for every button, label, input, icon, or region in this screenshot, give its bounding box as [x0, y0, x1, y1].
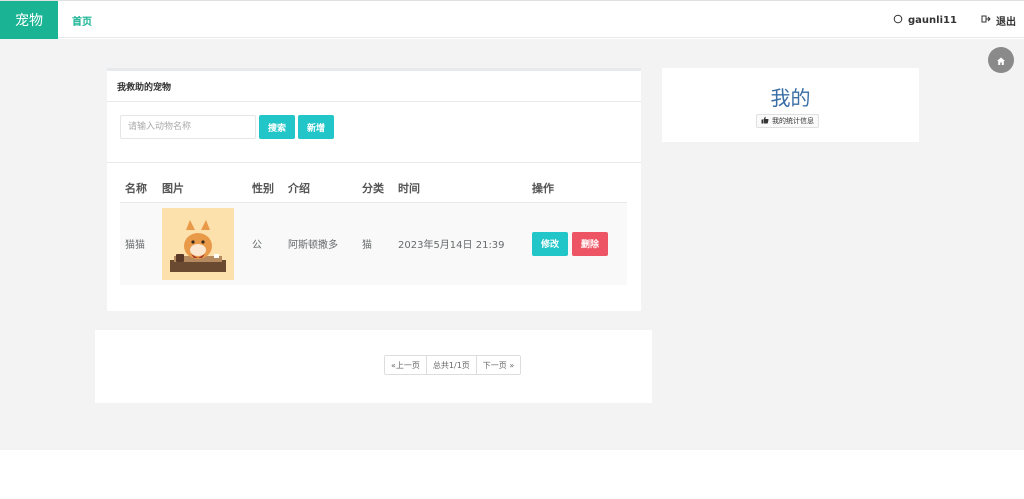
user-menu[interactable]: gaunli11 [893, 1, 957, 39]
row-actions: 修改 删除 [532, 231, 627, 256]
col-gender: 性别 [247, 174, 283, 203]
table-row: 猫猫 公 阿斯顿撒多 猫 2023年5月14日 21:39 修改 删除 [120, 202, 627, 285]
search-button[interactable]: 搜索 [259, 115, 296, 139]
col-category: 分类 [357, 174, 393, 203]
col-time: 时间 [393, 174, 527, 203]
pagination-panel: «上一页 总共1/1页 下一页 » [95, 330, 652, 403]
cell-time: 2023年5月14日 21:39 [393, 202, 527, 285]
cell-name: 猫猫 [120, 202, 157, 285]
brand-logo[interactable]: 宠物 [0, 1, 58, 39]
prev-page-button[interactable]: «上一页 [385, 356, 426, 374]
delete-button[interactable]: 删除 [572, 231, 609, 256]
page-total: 总共1/1页 [425, 356, 476, 374]
logout-icon [981, 14, 991, 27]
pet-image[interactable] [162, 207, 234, 280]
thumbs-up-icon [761, 116, 769, 126]
pagination: «上一页 总共1/1页 下一页 » [384, 355, 522, 375]
cell-gender: 公 [247, 202, 283, 285]
search-bar: 搜索 新增 [120, 115, 335, 139]
user-name: gaunli11 [908, 14, 957, 26]
col-ops: 操作 [527, 174, 627, 203]
edit-button[interactable]: 修改 [532, 231, 569, 256]
logout-label: 退出 [996, 16, 1016, 28]
my-panel: 我的 我的统计信息 [662, 68, 919, 142]
my-stats-button[interactable]: 我的统计信息 [756, 114, 819, 128]
add-pet-button[interactable]: 新增 [298, 115, 335, 139]
col-image: 图片 [157, 174, 247, 203]
table-header-row: 名称 图片 性别 介绍 分类 时间 操作 [120, 174, 627, 203]
home-icon [996, 51, 1006, 70]
nav-home-link[interactable]: 首页 [72, 1, 92, 39]
col-intro: 介绍 [283, 174, 357, 203]
rescued-pets-panel: 我救助的宠物 搜索 新增 名称 图片 性别 介绍 分类 时间 操作 猫猫 [107, 68, 641, 311]
col-name: 名称 [120, 174, 157, 203]
cell-intro: 阿斯顿撒多 [283, 202, 357, 285]
cell-image [157, 202, 247, 285]
logout-link[interactable]: 退出 [981, 1, 1016, 39]
top-navbar: 宠物 首页 gaunli11 退出 [0, 0, 1024, 39]
next-page-button[interactable]: 下一页 » [475, 356, 521, 374]
my-title: 我的 [770, 86, 811, 110]
user-icon [893, 14, 903, 27]
cell-category: 猫 [357, 202, 393, 285]
pet-search-input[interactable] [120, 115, 256, 139]
pets-table: 名称 图片 性别 介绍 分类 时间 操作 猫猫 公 阿斯顿撒多 猫 2023年5… [120, 174, 627, 285]
cell-ops: 修改 删除 [527, 202, 627, 285]
my-stats-label: 我的统计信息 [772, 117, 814, 125]
home-button[interactable] [988, 47, 1014, 73]
panel-title: 我救助的宠物 [107, 71, 641, 102]
divider [107, 162, 641, 163]
